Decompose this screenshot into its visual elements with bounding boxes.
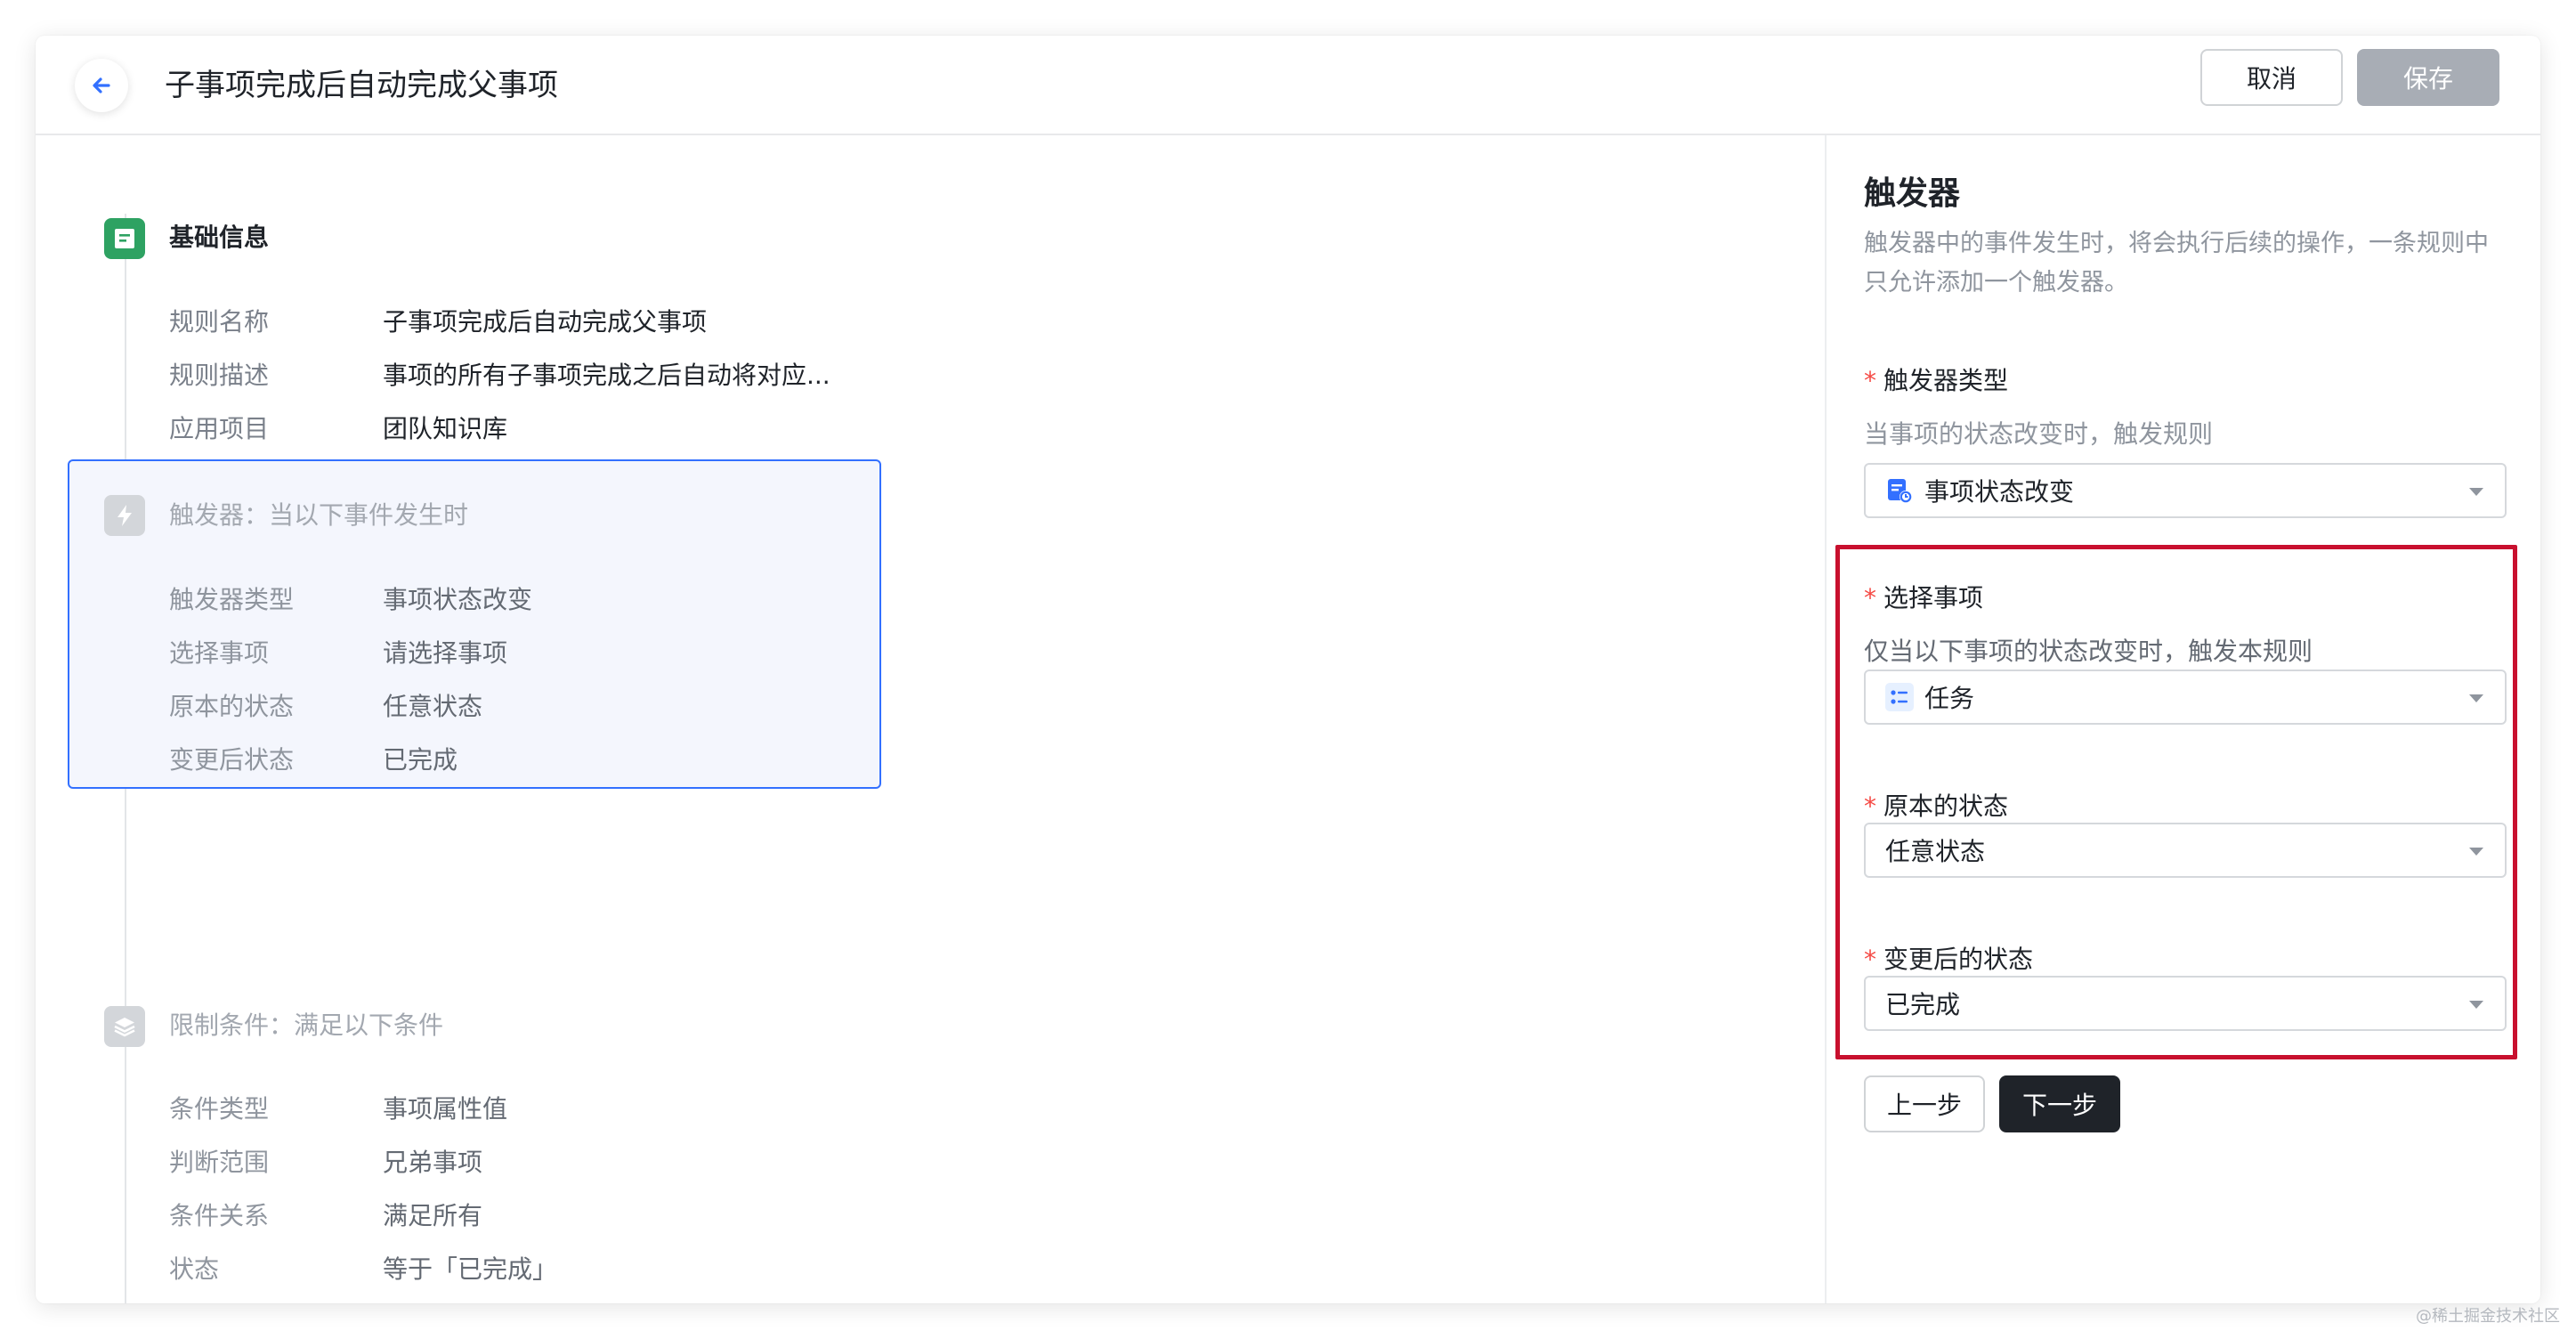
- trigger-type-value: 事项状态改变: [1924, 477, 2075, 507]
- trigger-type-label: * 触发器类型: [1864, 366, 2009, 395]
- from-status-value: 任意状态: [1885, 837, 1986, 866]
- chevron-down-icon: [2469, 694, 2483, 702]
- lightning-icon: [104, 495, 145, 536]
- to-status-value: 已完成: [1885, 990, 1961, 1019]
- select-item-label: * 选择事项: [1864, 583, 1984, 613]
- prev-step-button[interactable]: 上一步: [1864, 1075, 1985, 1132]
- limit-value-scope: 兄弟事项: [383, 1148, 483, 1177]
- header-bar: 子事项完成后自动完成父事项 取消 保存: [36, 36, 2540, 135]
- basic-value-desc: 事项的所有子事项完成之后自动将对应...: [383, 361, 830, 390]
- trigger-type-hint: 当事项的状态改变时，触发规则: [1864, 419, 2214, 449]
- trigger-label-to: 变更后状态: [169, 745, 295, 775]
- basic-label-desc: 规则描述: [169, 361, 270, 390]
- basic-value-name: 子事项完成后自动完成父事项: [383, 307, 708, 337]
- trigger-value-item: 请选择事项: [383, 638, 508, 668]
- trigger-label-type: 触发器类型: [169, 585, 295, 614]
- rule-editor-window: 子事项完成后自动完成父事项 取消 保存 基础信息 规则名称 子事项完成后自动完成…: [36, 36, 2540, 1303]
- required-mark: *: [1864, 583, 1876, 613]
- limit-label-status: 状态: [169, 1254, 220, 1284]
- required-mark: *: [1864, 945, 1876, 974]
- task-list-icon: [1885, 683, 1914, 711]
- from-status-label: * 原本的状态: [1864, 791, 2009, 821]
- back-button[interactable]: [75, 59, 128, 112]
- arrow-left-icon: [93, 77, 110, 93]
- next-step-button[interactable]: 下一步: [1999, 1075, 2120, 1132]
- trigger-value-type: 事项状态改变: [383, 585, 533, 614]
- section-title-basic: 基础信息: [169, 223, 270, 252]
- basic-label-name: 规则名称: [169, 307, 270, 337]
- limit-label-scope: 判断范围: [169, 1148, 270, 1177]
- panel-divider: [1825, 135, 1827, 1303]
- required-mark: *: [1864, 791, 1876, 821]
- status-change-icon: [1885, 476, 1914, 505]
- chevron-down-icon: [2469, 488, 2483, 496]
- chevron-down-icon: [2469, 848, 2483, 856]
- trigger-type-select[interactable]: 事项状态改变: [1864, 463, 2507, 518]
- chevron-down-icon: [2469, 1001, 2483, 1009]
- section-title-limit: 限制条件：满足以下条件: [169, 1010, 444, 1040]
- select-item-value: 任务: [1924, 684, 1975, 713]
- trigger-label-item: 选择事项: [169, 638, 270, 668]
- document-icon: [104, 218, 145, 259]
- watermark: @稀土掘金技术社区: [2416, 1307, 2560, 1326]
- basic-label-project: 应用项目: [169, 414, 270, 443]
- section-title-trigger: 触发器：当以下事件发生时: [169, 500, 469, 530]
- cancel-button[interactable]: 取消: [2200, 49, 2343, 106]
- save-button[interactable]: 保存: [2357, 49, 2499, 106]
- panel-title: 触发器: [1864, 175, 1961, 212]
- trigger-value-from: 任意状态: [383, 692, 483, 721]
- to-status-select[interactable]: 已完成: [1864, 976, 2507, 1031]
- limit-label-relation: 条件关系: [169, 1201, 270, 1230]
- select-item-select[interactable]: 任务: [1864, 670, 2507, 725]
- select-item-hint: 仅当以下事项的状态改变时，触发本规则: [1864, 637, 2313, 666]
- limit-label-type: 条件类型: [169, 1094, 270, 1124]
- from-status-select[interactable]: 任意状态: [1864, 823, 2507, 878]
- limit-value-relation: 满足所有: [383, 1201, 483, 1230]
- required-mark: *: [1864, 366, 1876, 395]
- panel-description: 触发器中的事件发生时，将会执行后续的操作，一条规则中只允许添加一个触发器。: [1864, 230, 2489, 296]
- limit-value-status: 等于「已完成」: [383, 1254, 558, 1284]
- trigger-value-to: 已完成: [383, 745, 458, 775]
- limit-value-type: 事项属性值: [383, 1094, 508, 1124]
- layers-icon: [104, 1006, 145, 1047]
- basic-value-project: 团队知识库: [383, 414, 508, 443]
- page-title: 子事项完成后自动完成父事项: [165, 68, 558, 103]
- to-status-label: * 变更后的状态: [1864, 945, 2034, 974]
- trigger-label-from: 原本的状态: [169, 692, 295, 721]
